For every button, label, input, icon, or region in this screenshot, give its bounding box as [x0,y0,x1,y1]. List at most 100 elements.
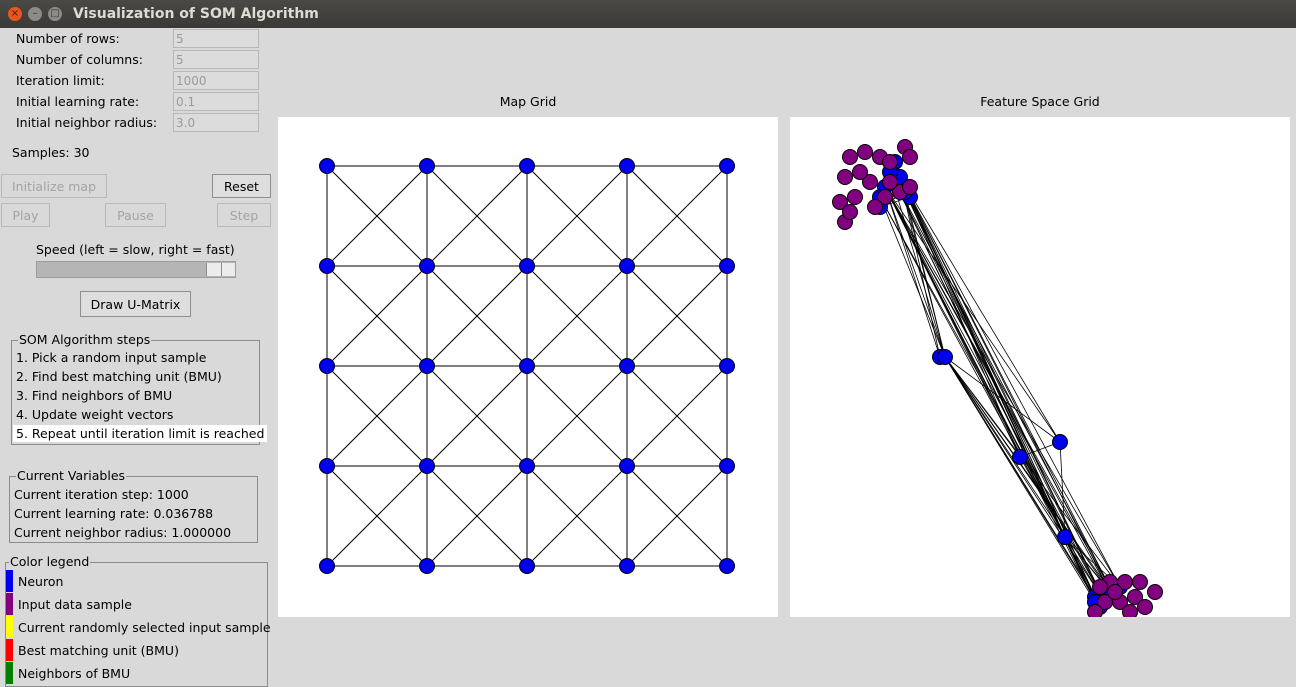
feature-grid-canvas [832,139,1163,620]
input-sample [842,204,858,220]
input-sample [852,164,868,180]
learning-rate-label: Initial learning rate: [16,94,140,109]
step-item: 1. Pick a random input sample [16,350,207,365]
legend-label: Neighbors of BMU [18,666,131,681]
input-sample [902,179,918,195]
feature-edge [904,191,1066,538]
input-sample [847,189,863,205]
neuron-node [719,258,735,274]
draw-umatrix-button[interactable]: Draw U-Matrix [80,291,191,317]
feature-edge [889,171,1116,598]
current-neighbor-radius: Current neighbor radius: 1.000000 [14,525,232,540]
rows-input[interactable] [173,29,259,48]
step-item: 2. Find best matching unit (BMU) [16,369,222,384]
input-sample [837,169,853,185]
play-button[interactable]: Play [1,203,50,227]
maximize-icon[interactable]: □ [48,7,62,21]
som-steps-group: SOM Algorithm steps 1. Pick a random inp… [11,332,268,445]
legend-swatch [6,639,13,661]
window-title: Visualization of SOM Algorithm [73,6,319,22]
input-sample [882,174,898,190]
map-grid-panel [278,117,778,617]
neuron-node [619,358,635,374]
neuron-node [419,558,435,574]
input-sample [1137,599,1153,615]
window-titlebar: × – □ Visualization of SOM Algorithm [0,0,1296,28]
neuron-node [1052,434,1068,450]
neuron-node [419,458,435,474]
reset-button[interactable]: Reset [212,174,271,198]
legend-swatch [6,570,13,592]
iteration-limit-input[interactable] [173,71,259,90]
speed-slider-thumb[interactable] [206,263,235,276]
feature-edge [944,356,1061,443]
feature-edge [899,176,1121,588]
samples-count: Samples: 30 [12,145,90,160]
neuron-node [719,158,735,174]
neuron-node [319,458,335,474]
feature-edge [944,356,1106,603]
feature-edge [884,186,941,358]
step-item: 3. Find neighbors of BMU [16,388,173,403]
speed-label: Speed (left = slow, right = fast) [36,242,235,257]
minimize-icon[interactable]: – [28,7,42,21]
neuron-node [1012,449,1028,465]
feature-edge [884,186,1061,443]
feature-edge [884,186,1121,588]
columns-label: Number of columns: [16,52,143,67]
neuron-node [719,558,735,574]
input-sample [1092,579,1108,595]
map-grid-canvas [319,158,735,574]
input-sample [857,144,873,160]
feature-edge [879,196,1066,538]
neuron-node [419,258,435,274]
legend-swatch [6,616,13,638]
neighbor-radius-input[interactable] [173,113,259,132]
color-legend-group: Color legend Neuron Input data sample Cu… [5,554,271,687]
feature-grid-panel [790,117,1290,620]
input-sample [882,154,898,170]
learning-rate-input[interactable] [173,92,259,111]
neuron-node [619,458,635,474]
color-legend-title: Color legend [9,554,91,569]
columns-input[interactable] [173,50,259,69]
legend-swatch [6,662,13,684]
neuron-node [319,558,335,574]
current-variables-title: Current Variables [16,468,127,483]
step-item: 4. Update weight vectors [16,407,174,422]
legend-label: Current randomly selected input sample [18,620,271,635]
step-button[interactable]: Step [217,203,271,227]
legend-label: Neuron [18,574,64,589]
map-grid-title: Map Grid [499,94,557,109]
speed-slider[interactable] [36,261,236,278]
feature-edge [944,356,1096,603]
neuron-node [719,358,735,374]
neuron-node [519,158,535,174]
pause-button[interactable]: Pause [105,203,166,227]
feature-edge [904,191,1106,603]
neuron-node [519,458,535,474]
input-sample [1147,584,1163,600]
input-sample [1087,604,1103,620]
neuron-node [519,558,535,574]
neuron-node [619,158,635,174]
current-variables-group: Current Variables Current iteration step… [9,468,258,543]
legend-label: Best matching unit (BMU) [18,643,179,658]
neuron-node [719,458,735,474]
som-steps-title: SOM Algorithm steps [18,332,152,347]
neuron-node [419,158,435,174]
input-sample [1122,604,1138,620]
step-item-selected: 5. Repeat until iteration limit is reach… [13,425,268,442]
neuron-node [619,258,635,274]
current-learning-rate: Current learning rate: 0.036788 [14,506,214,521]
neuron-node [619,558,635,574]
feature-grid-title: Feature Space Grid [980,94,1100,109]
neighbor-radius-label: Initial neighbor radius: [16,115,158,130]
feature-edge [899,176,1116,598]
close-icon[interactable]: × [8,7,22,21]
iteration-limit-label: Iteration limit: [16,73,105,88]
neuron-node [319,358,335,374]
initialize-map-button[interactable]: Initialize map [1,174,107,198]
legend-swatch [6,593,13,615]
input-sample [1107,584,1123,600]
